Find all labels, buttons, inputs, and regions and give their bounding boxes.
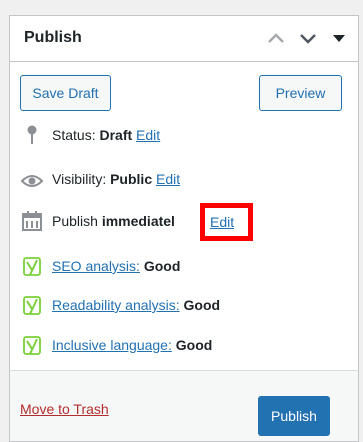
panel-footer: Move to Trash Publish xyxy=(10,370,358,441)
eye-icon xyxy=(20,168,44,190)
preview-button[interactable]: Preview xyxy=(259,75,342,111)
chevron-up-icon[interactable] xyxy=(265,28,287,48)
inclusive-language-value: Good xyxy=(175,337,213,353)
chevron-down-icon[interactable] xyxy=(297,28,319,48)
seo-analysis-value: Good xyxy=(143,258,181,274)
highlighted-edit-box: Edit xyxy=(200,203,253,241)
status-label: Status: xyxy=(52,127,96,143)
visibility-edit-link[interactable]: Edit xyxy=(156,171,180,187)
pin-icon xyxy=(22,124,42,146)
readability-analysis-link[interactable]: Readability analysis: xyxy=(52,297,180,313)
visibility-label: Visibility: xyxy=(52,171,107,187)
schedule-value: immediatel xyxy=(101,213,175,229)
calendar-icon xyxy=(22,210,42,232)
yoast-icon xyxy=(22,255,42,277)
yoast-icon xyxy=(22,294,42,316)
publish-panel: Publish Save Draft Preview Status: Draft… xyxy=(9,15,359,442)
save-draft-button[interactable]: Save Draft xyxy=(20,75,111,111)
readability-analysis-value: Good xyxy=(183,297,221,313)
seo-analysis-link[interactable]: SEO analysis: xyxy=(52,258,140,274)
panel-title: Publish xyxy=(24,29,82,46)
status-edit-link[interactable]: Edit xyxy=(136,127,160,143)
caret-down-icon[interactable] xyxy=(328,28,350,48)
schedule-edit-link[interactable]: Edit xyxy=(210,214,234,230)
panel-header: Publish xyxy=(10,16,358,62)
inclusive-language-link[interactable]: Inclusive language: xyxy=(52,337,172,353)
yoast-icon xyxy=(22,334,42,356)
publish-button[interactable]: Publish xyxy=(258,396,330,436)
visibility-value: Public xyxy=(110,171,153,187)
move-to-trash-link[interactable]: Move to Trash xyxy=(20,401,109,417)
status-value: Draft xyxy=(99,127,133,143)
schedule-label: Publish xyxy=(52,213,98,229)
